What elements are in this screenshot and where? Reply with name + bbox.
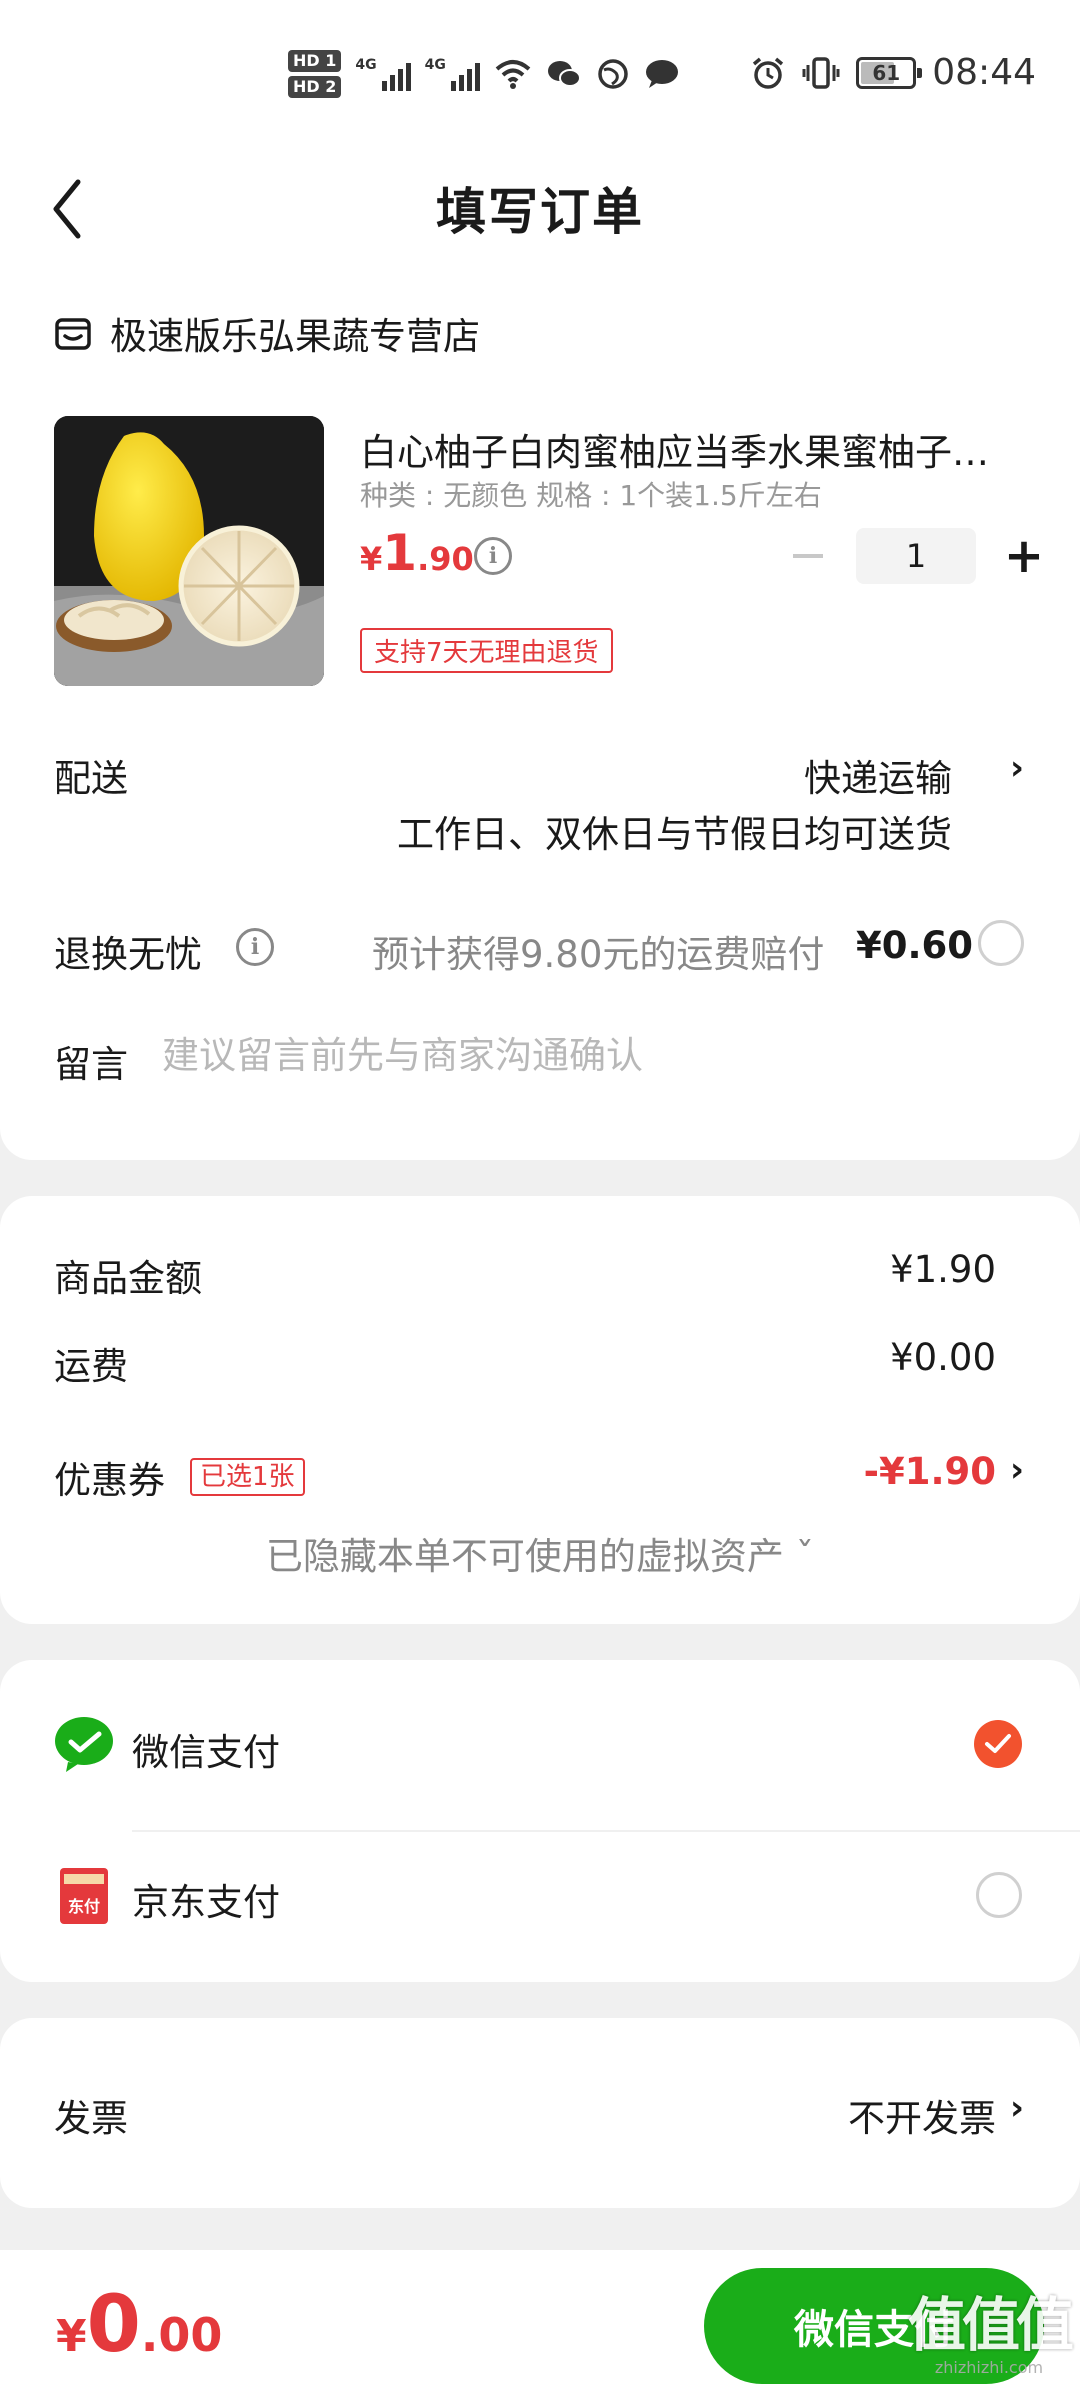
goods-amount-value: ¥1.90 [890,1248,996,1291]
message-icon [645,60,678,88]
vibrate-icon [802,56,840,89]
shop-header[interactable]: 极速版乐弘果蔬专营店 [54,306,480,360]
hd1-indicator: HD 1 [288,50,342,72]
order-items-card: 极速版乐弘果蔬专营店 白心柚子白肉蜜柚应当季水果蜜柚子新鲜 种类: 无颜色 规… [0,254,1080,1160]
jd-pay-label: 京东支付 [132,1881,280,1924]
jd-pay-icon-text: 东付 [68,1897,100,1916]
battery-icon: 61 [856,56,923,89]
delivery-label: 配送 [54,757,128,800]
page-title: 填写订单 [436,183,644,241]
status-left: HD 1 HD 2 4G 4G [288,50,680,98]
coupon-label: 优惠券 [54,1459,165,1502]
price-info-icon[interactable]: i [474,537,512,575]
shipping-label: 运费 [54,1345,128,1388]
delivery-schedule: 工作日、双休日与节假日均可送货 [397,813,952,856]
site-watermark: 值值值 zhizhizhi.com [907,2291,1074,2377]
note-label: 留言 [54,1043,128,1086]
status-bar: HD 1 HD 2 4G 4G 61 08:44 [0,0,1080,150]
worry-free-price: ¥0.60 [856,924,974,967]
delivery-method[interactable]: 快递运输 [804,748,952,802]
shop-name: 极速版乐弘果蔬专营店 [110,315,480,358]
status-right: 61 08:44 [750,52,1036,93]
chevron-right-icon[interactable]: › [1010,748,1024,788]
signal-2-icon: 4G [425,57,480,91]
payment-option-wechat[interactable]: 微信支付 [0,1670,1080,1832]
product-price: ¥ 1 .90 [360,524,474,582]
status-time: 08:44 [932,52,1036,93]
worry-free-radio[interactable] [978,920,1024,966]
jd-pay-icon: 东付 [60,1868,108,1924]
wechat-pay-icon [55,1717,113,1772]
return-policy-tag: 支持7天无理由退货 [360,628,613,673]
price-summary-card: 商品金额 ¥1.90 运费 ¥0.00 优惠券 已选1张 -¥1.90 › 已隐… [0,1196,1080,1624]
goods-amount-label: 商品金额 [54,1257,202,1300]
browser-icon [598,59,628,89]
note-input[interactable] [162,1034,1022,1077]
worry-free-label: 退换无忧 [54,933,202,976]
payment-method-card: 微信支付 东付 京东支付 [0,1660,1080,1982]
quantity-stepper: 1 + [780,528,1052,584]
battery-level: 61 [872,60,901,85]
page-header: 填写订单 [0,150,1080,270]
worry-free-desc: 预计获得9.80元的运费赔付 [372,933,825,976]
wifi-icon [495,60,531,89]
plus-icon: + [1003,528,1045,584]
coupon-value[interactable]: -¥1.90 [864,1450,996,1493]
total-price: ¥ 0 .00 [56,2280,223,2370]
wechat-pay-label: 微信支付 [132,1731,280,1774]
shipping-value: ¥0.00 [890,1336,996,1379]
chevron-right-icon[interactable]: › [1010,1450,1024,1490]
product-spec: 种类 : 无颜色 规格 : 1个装1.5斤左右 [360,479,822,512]
coupon-selected-tag: 已选1张 [190,1458,305,1496]
chevron-right-icon[interactable]: › [1010,2088,1024,2128]
wechat-pay-checked-icon[interactable] [974,1720,1022,1768]
increase-quantity-button[interactable]: + [996,528,1052,584]
invoice-label: 发票 [54,2097,128,2140]
wechat-icon [547,61,581,87]
hidden-assets-toggle[interactable]: 已隐藏本单不可使用的虚拟资产 ˇ [0,1526,1080,1580]
product-image[interactable] [54,416,324,686]
jd-pay-radio[interactable] [976,1872,1022,1918]
hd2-indicator: HD 2 [288,76,342,98]
payment-option-jd[interactable]: 东付 京东支付 [0,1820,1080,1970]
minus-icon [793,554,823,558]
store-icon [55,318,91,350]
hd-indicators: HD 1 HD 2 [288,50,342,98]
worry-free-info-icon[interactable]: i [236,928,274,966]
decrease-quantity-button[interactable] [780,528,836,584]
quantity-value[interactable]: 1 [856,528,976,584]
invoice-card[interactable]: 发票 不开发票 › [0,2018,1080,2208]
signal-1-icon: 4G [355,57,411,91]
alarm-icon [753,57,784,89]
product-title[interactable]: 白心柚子白肉蜜柚应当季水果蜜柚子新鲜 [360,422,990,476]
invoice-value[interactable]: 不开发票 [848,2088,996,2142]
